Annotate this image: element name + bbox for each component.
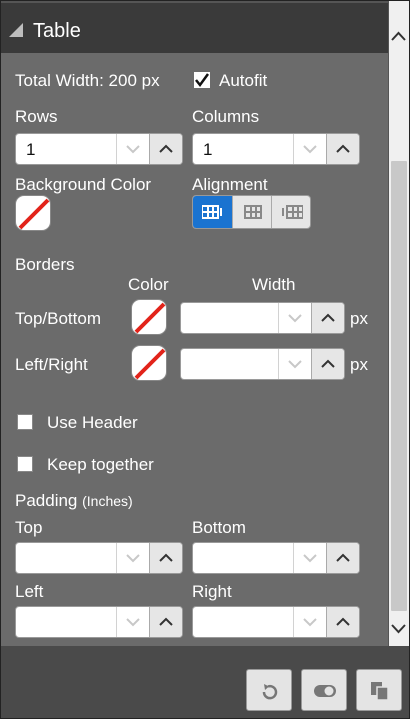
columns-increment-button[interactable] bbox=[326, 134, 359, 164]
left-right-width-stepper[interactable] bbox=[180, 348, 345, 380]
total-width-label: Total Width: 200 px bbox=[15, 71, 160, 90]
no-color-icon bbox=[134, 302, 166, 334]
border-width-header: Width bbox=[252, 275, 296, 294]
copy-button[interactable] bbox=[356, 669, 402, 711]
padding-title: Padding bbox=[15, 491, 78, 510]
rows-decrement-button[interactable] bbox=[116, 134, 150, 164]
align-center-button[interactable] bbox=[232, 196, 271, 228]
scrollbar-thumb[interactable] bbox=[391, 161, 407, 611]
padding-right-stepper[interactable] bbox=[192, 606, 360, 638]
top-bottom-label: Top/Bottom bbox=[15, 309, 101, 328]
use-header-label: Use Header bbox=[47, 413, 138, 432]
padding-right-label: Right bbox=[192, 582, 232, 601]
copy-icon bbox=[371, 682, 389, 701]
chevron-up-icon bbox=[321, 359, 335, 368]
rows-stepper[interactable]: 1 bbox=[15, 133, 183, 165]
chevron-up-icon bbox=[336, 617, 350, 626]
align-right-button[interactable] bbox=[271, 196, 310, 228]
background-color-label: Background Color bbox=[15, 175, 152, 194]
panel-title: Table bbox=[33, 20, 81, 42]
toggle-icon bbox=[314, 685, 336, 697]
rows-label: Rows bbox=[15, 107, 58, 126]
padding-top-decrement-button[interactable] bbox=[116, 543, 150, 573]
padding-bottom-increment-button[interactable] bbox=[326, 543, 359, 573]
columns-value[interactable]: 1 bbox=[203, 140, 212, 160]
toggle-button[interactable] bbox=[301, 669, 347, 711]
padding-bottom-decrement-button[interactable] bbox=[293, 543, 327, 573]
padding-top-label: Top bbox=[15, 518, 43, 537]
chevron-up-icon bbox=[336, 144, 350, 153]
columns-stepper[interactable]: 1 bbox=[192, 133, 360, 165]
padding-left-decrement-button[interactable] bbox=[116, 607, 150, 637]
reset-button[interactable] bbox=[246, 669, 292, 711]
left-right-decrement-button[interactable] bbox=[278, 349, 312, 379]
padding-left-label: Left bbox=[15, 582, 44, 601]
table-align-center-icon bbox=[244, 205, 262, 219]
left-right-increment-button[interactable] bbox=[311, 349, 344, 379]
table-align-right-icon bbox=[282, 205, 303, 219]
use-header-checkbox[interactable] bbox=[17, 414, 33, 430]
rows-increment-button[interactable] bbox=[149, 134, 182, 164]
border-color-header: Color bbox=[128, 275, 169, 294]
padding-label: Padding (Inches) bbox=[15, 491, 133, 511]
chevron-down-icon bbox=[126, 554, 140, 563]
keep-together-checkbox[interactable] bbox=[17, 456, 33, 472]
chevron-up-icon bbox=[336, 553, 350, 562]
padding-top-increment-button[interactable] bbox=[149, 543, 182, 573]
table-align-left-icon bbox=[202, 205, 222, 219]
top-bottom-increment-button[interactable] bbox=[311, 303, 344, 333]
panel-footer bbox=[1, 646, 409, 718]
top-bottom-width-stepper[interactable] bbox=[180, 302, 345, 334]
chevron-down-icon bbox=[303, 618, 317, 627]
keep-together-label: Keep together bbox=[47, 455, 154, 474]
no-color-icon bbox=[134, 348, 166, 380]
alignment-group bbox=[192, 195, 311, 229]
chevron-down-icon bbox=[288, 314, 302, 323]
background-color-swatch[interactable] bbox=[15, 195, 51, 231]
rows-value[interactable]: 1 bbox=[26, 140, 35, 160]
chevron-down-icon bbox=[303, 554, 317, 563]
chevron-up-icon bbox=[321, 313, 335, 322]
scroll-up-icon[interactable] bbox=[388, 27, 409, 47]
checkmark-icon bbox=[195, 73, 210, 88]
collapse-triangle-icon[interactable] bbox=[9, 23, 23, 37]
left-right-label: Left/Right bbox=[15, 355, 88, 374]
padding-bottom-stepper[interactable] bbox=[192, 542, 360, 574]
chevron-down-icon bbox=[126, 618, 140, 627]
chevron-down-icon bbox=[126, 145, 140, 154]
refresh-icon bbox=[262, 684, 278, 700]
padding-bottom-label: Bottom bbox=[192, 518, 246, 537]
chevron-down-icon bbox=[288, 360, 302, 369]
padding-top-stepper[interactable] bbox=[15, 542, 183, 574]
scroll-down-icon[interactable] bbox=[388, 618, 409, 638]
no-color-icon bbox=[18, 198, 50, 230]
align-left-button[interactable] bbox=[193, 196, 232, 228]
left-right-unit: px bbox=[350, 355, 368, 374]
chevron-down-icon bbox=[303, 145, 317, 154]
top-bottom-decrement-button[interactable] bbox=[278, 303, 312, 333]
padding-left-increment-button[interactable] bbox=[149, 607, 182, 637]
padding-right-decrement-button[interactable] bbox=[293, 607, 327, 637]
panel-header[interactable]: Table bbox=[1, 1, 388, 53]
chevron-up-icon bbox=[159, 553, 173, 562]
autofit-checkbox[interactable] bbox=[194, 72, 210, 88]
chevron-up-icon bbox=[159, 144, 173, 153]
borders-label: Borders bbox=[15, 255, 75, 274]
columns-decrement-button[interactable] bbox=[293, 134, 327, 164]
table-properties-panel: Table Total Width: 200 px Autofit Rows C… bbox=[0, 0, 410, 719]
chevron-up-icon bbox=[159, 617, 173, 626]
left-right-color-swatch[interactable] bbox=[131, 345, 167, 381]
padding-unit-note: (Inches) bbox=[82, 493, 133, 509]
padding-right-increment-button[interactable] bbox=[326, 607, 359, 637]
top-bottom-unit: px bbox=[350, 309, 368, 328]
padding-left-stepper[interactable] bbox=[15, 606, 183, 638]
alignment-label: Alignment bbox=[192, 175, 268, 194]
columns-label: Columns bbox=[192, 107, 260, 126]
autofit-label: Autofit bbox=[219, 71, 268, 90]
top-bottom-color-swatch[interactable] bbox=[131, 299, 167, 335]
